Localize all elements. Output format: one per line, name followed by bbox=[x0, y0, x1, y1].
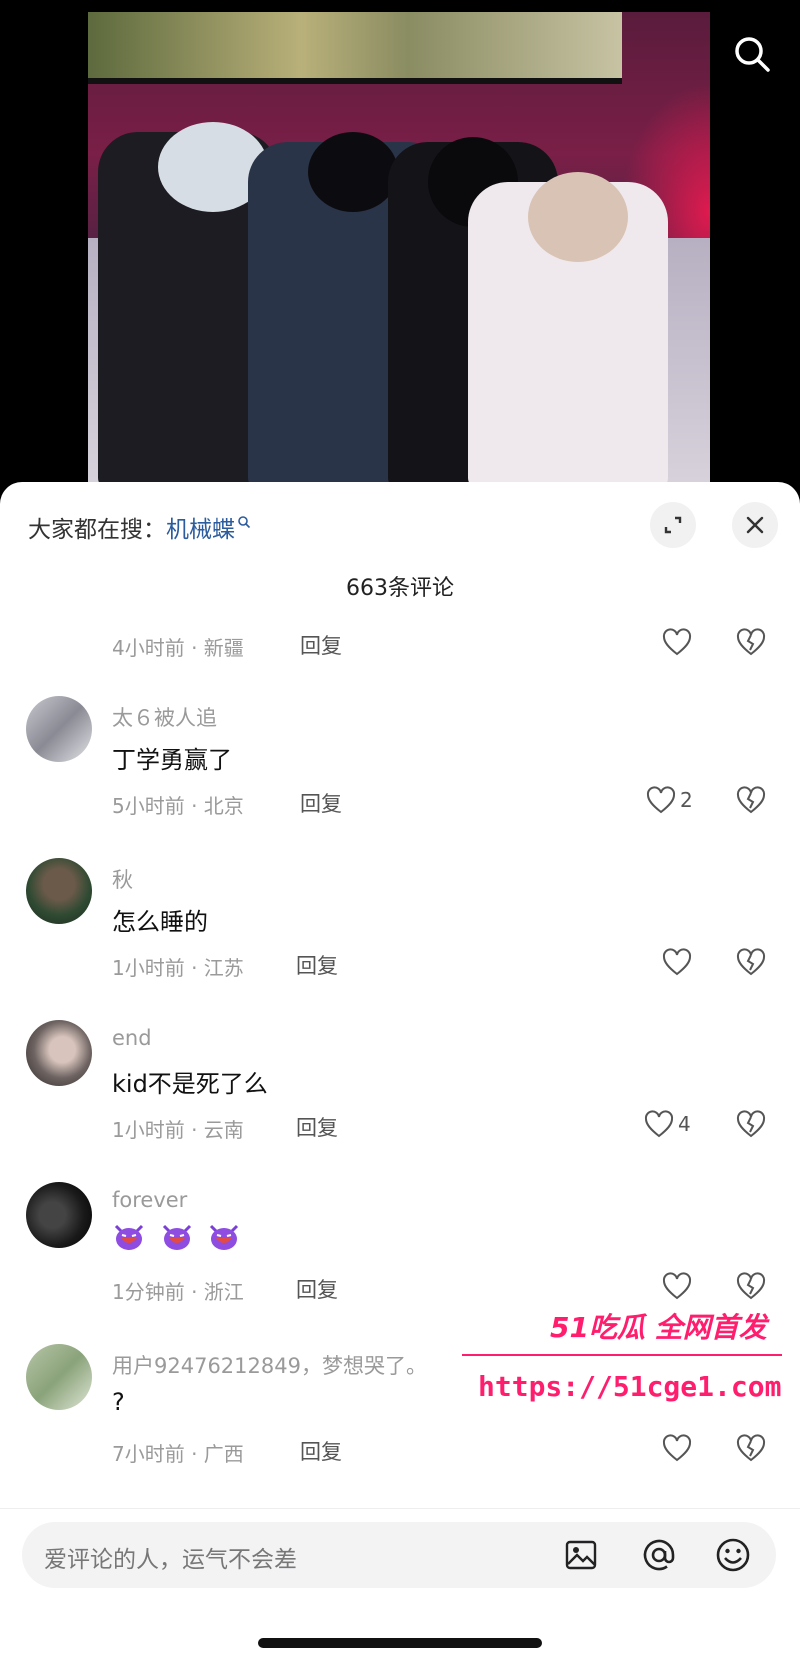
comment-meta: 5小时前 · 北京 bbox=[112, 794, 244, 818]
at-mention-icon[interactable] bbox=[640, 1536, 678, 1574]
avatar[interactable] bbox=[26, 1182, 92, 1248]
comment-item: 用户92476212849，梦想哭了。 ? 7小时前 · 广西 回复 bbox=[0, 1342, 800, 1482]
comment-item: 4小时前 · 新疆 回复 bbox=[0, 622, 800, 672]
dislike-button[interactable] bbox=[736, 786, 766, 818]
comment-username[interactable]: forever bbox=[112, 1188, 187, 1212]
dislike-button[interactable] bbox=[736, 1434, 766, 1466]
dislike-button[interactable] bbox=[736, 1110, 766, 1142]
home-indicator bbox=[258, 1638, 542, 1648]
comment-text: 怎么睡的 bbox=[112, 908, 208, 936]
reply-button[interactable]: 回复 bbox=[300, 788, 342, 818]
small-search-icon bbox=[238, 516, 251, 529]
expand-icon bbox=[664, 516, 682, 534]
dislike-button[interactable] bbox=[736, 948, 766, 980]
watermark-line bbox=[462, 1354, 782, 1356]
avatar[interactable] bbox=[26, 1344, 92, 1410]
avatar[interactable] bbox=[26, 696, 92, 762]
like-button[interactable] bbox=[662, 1434, 696, 1462]
like-count: 4 bbox=[678, 1112, 691, 1136]
trending-keyword[interactable]: 机械蝶 bbox=[166, 510, 235, 544]
comment-count: 663条评论 bbox=[346, 576, 454, 601]
reply-button[interactable]: 回复 bbox=[296, 1112, 338, 1142]
like-button[interactable] bbox=[662, 628, 696, 656]
comment-meta: 1小时前 · 江苏 bbox=[112, 956, 244, 980]
comment-meta: 1小时前 · 云南 bbox=[112, 1118, 244, 1142]
image-icon[interactable] bbox=[562, 1536, 600, 1574]
devil-laugh-emoji bbox=[114, 1224, 144, 1250]
like-button[interactable]: 4 bbox=[644, 1110, 691, 1138]
broken-heart-icon bbox=[736, 1272, 766, 1300]
post-image[interactable] bbox=[88, 12, 710, 488]
avatar[interactable] bbox=[26, 1020, 92, 1086]
avatar[interactable] bbox=[26, 858, 92, 924]
watermark-title: 51吃瓜 全网首发 bbox=[550, 1311, 767, 1344]
comment-emojis bbox=[112, 1222, 247, 1252]
emoji-icon[interactable] bbox=[714, 1536, 752, 1574]
comment-meta: 1分钟前 · 浙江 bbox=[112, 1280, 244, 1304]
comment-text: kid不是死了么 bbox=[112, 1070, 268, 1098]
reply-button[interactable]: 回复 bbox=[300, 630, 342, 660]
broken-heart-icon bbox=[736, 628, 766, 656]
comment-username[interactable]: 秋 bbox=[112, 864, 133, 894]
heart-icon bbox=[662, 1272, 692, 1300]
heart-icon bbox=[662, 948, 692, 976]
devil-laugh-emoji bbox=[210, 1224, 239, 1250]
trending-search[interactable]: 大家都在搜： 机械蝶 bbox=[28, 510, 251, 544]
dislike-button[interactable] bbox=[736, 628, 766, 660]
reply-button[interactable]: 回复 bbox=[296, 1274, 338, 1304]
like-button[interactable] bbox=[662, 948, 696, 976]
broken-heart-icon bbox=[736, 1434, 766, 1462]
comment-meta: 4小时前 · 新疆 bbox=[112, 636, 244, 660]
reply-button[interactable]: 回复 bbox=[296, 950, 338, 980]
heart-icon bbox=[662, 1434, 692, 1462]
sheet-header: 大家都在搜： 机械蝶 663条评论 bbox=[0, 482, 800, 632]
broken-heart-icon bbox=[736, 1110, 766, 1138]
trending-prefix: 大家都在搜： bbox=[28, 517, 166, 543]
heart-icon bbox=[644, 1110, 674, 1138]
like-button[interactable] bbox=[662, 1272, 696, 1300]
heart-icon bbox=[646, 786, 676, 814]
comment-meta: 7小时前 · 广西 bbox=[112, 1442, 244, 1466]
comment-input-placeholder: 爱评论的人，运气不会差 bbox=[44, 1547, 297, 1573]
watermark-url: https://51cge1.com bbox=[478, 1370, 782, 1403]
person-4 bbox=[468, 172, 668, 488]
comment-item: forever 1分钟前 · 浙江 回复 bbox=[0, 1180, 800, 1320]
tv-screen bbox=[88, 12, 622, 84]
dislike-button[interactable] bbox=[736, 1272, 766, 1304]
reply-button[interactable]: 回复 bbox=[300, 1436, 342, 1466]
comment-text: ? bbox=[112, 1388, 125, 1416]
close-button[interactable] bbox=[732, 502, 778, 548]
heart-icon bbox=[662, 628, 692, 656]
comment-item: 太６被人追 丁学勇赢了 5小时前 · 北京 回复 2 bbox=[0, 694, 800, 834]
comment-username[interactable]: 用户92476212849，梦想哭了。 bbox=[112, 1350, 427, 1380]
comment-text: 丁学勇赢了 bbox=[112, 746, 232, 774]
comment-username[interactable]: 太６被人追 bbox=[112, 702, 217, 732]
divider bbox=[0, 1508, 800, 1509]
like-count: 2 bbox=[680, 788, 693, 812]
comment-input[interactable]: 爱评论的人，运气不会差 bbox=[22, 1522, 776, 1588]
comment-username[interactable]: end bbox=[112, 1026, 152, 1050]
like-button[interactable]: 2 bbox=[646, 786, 693, 814]
search-icon[interactable] bbox=[728, 30, 776, 78]
broken-heart-icon bbox=[736, 786, 766, 814]
broken-heart-icon bbox=[736, 948, 766, 976]
close-icon bbox=[746, 516, 764, 534]
devil-laugh-emoji bbox=[162, 1224, 191, 1250]
comment-item: 秋 怎么睡的 1小时前 · 江苏 回复 bbox=[0, 856, 800, 996]
expand-button[interactable] bbox=[650, 502, 696, 548]
comment-item: end kid不是死了么 1小时前 · 云南 回复 4 bbox=[0, 1018, 800, 1158]
